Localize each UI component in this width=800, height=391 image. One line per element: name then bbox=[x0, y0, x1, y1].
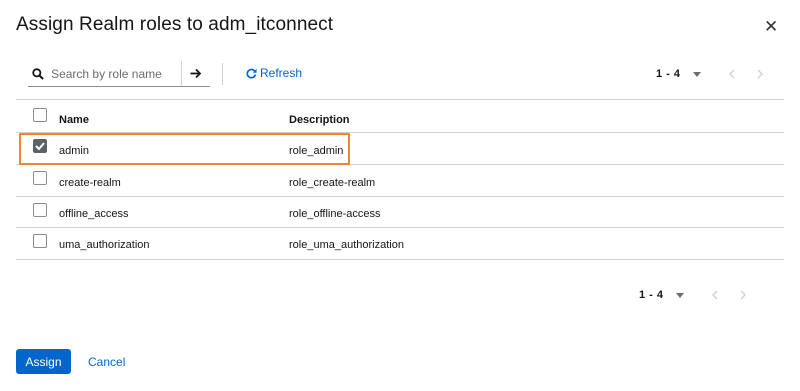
toolbar-bottom-border bbox=[16, 99, 784, 100]
chevron-left-icon[interactable] bbox=[711, 290, 718, 300]
caret-down-icon[interactable] bbox=[675, 292, 684, 298]
role-name: offline_access bbox=[59, 208, 129, 220]
row-checkbox[interactable] bbox=[33, 234, 47, 248]
refresh-label: Refresh bbox=[260, 66, 303, 80]
close-icon[interactable]: ✕ bbox=[764, 17, 778, 37]
pagination-range: 1 - 4 bbox=[639, 289, 664, 301]
chevron-right-icon[interactable] bbox=[756, 69, 763, 79]
caret-down-icon[interactable] bbox=[692, 71, 701, 77]
toolbar-divider bbox=[222, 63, 223, 85]
role-description: role_uma_authorization bbox=[289, 239, 404, 251]
row-divider bbox=[16, 227, 784, 228]
row-checkbox[interactable] bbox=[33, 203, 47, 217]
pagination-top: 1 - 4 bbox=[656, 68, 763, 80]
chevron-left-icon[interactable] bbox=[728, 69, 735, 79]
role-name: create-realm bbox=[59, 177, 121, 189]
pagination-bottom: 1 - 4 bbox=[639, 289, 746, 301]
refresh-icon bbox=[246, 68, 257, 79]
row-checkbox[interactable] bbox=[33, 171, 47, 185]
search-box bbox=[28, 61, 210, 87]
column-header-name: Name bbox=[59, 114, 89, 126]
cancel-button[interactable]: Cancel bbox=[80, 349, 133, 374]
select-all-checkbox[interactable] bbox=[33, 108, 47, 122]
assign-button[interactable]: Assign bbox=[16, 349, 71, 374]
refresh-button[interactable]: Refresh bbox=[246, 66, 302, 80]
selected-row-highlight bbox=[19, 133, 350, 165]
row-divider bbox=[16, 259, 784, 260]
chevron-right-icon[interactable] bbox=[739, 290, 746, 300]
search-icon bbox=[32, 67, 45, 80]
arrow-right-icon[interactable] bbox=[182, 68, 210, 79]
column-header-description: Description bbox=[289, 114, 350, 126]
modal-title: Assign Realm roles to adm_itconnect bbox=[16, 14, 334, 35]
pagination-range: 1 - 4 bbox=[656, 68, 681, 80]
role-name: uma_authorization bbox=[59, 239, 150, 251]
search-input[interactable] bbox=[49, 65, 182, 82]
row-divider bbox=[16, 196, 784, 197]
role-description: role_create-realm bbox=[289, 177, 376, 189]
role-description: role_offline-access bbox=[289, 208, 381, 220]
